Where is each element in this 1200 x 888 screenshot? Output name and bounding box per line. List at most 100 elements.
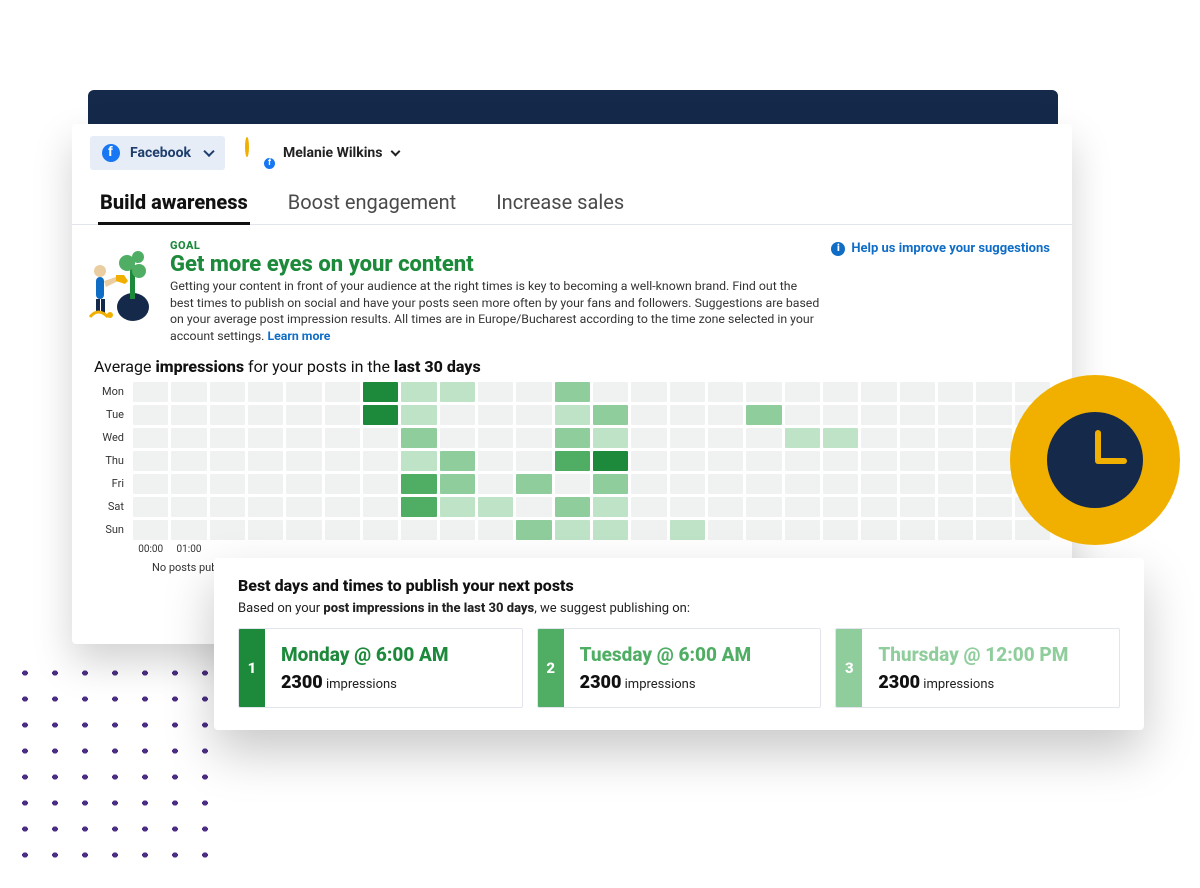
heatmap-cell[interactable]	[401, 520, 436, 540]
heatmap-cell[interactable]	[171, 474, 206, 494]
heatmap-cell[interactable]	[516, 405, 551, 425]
help-improve-link[interactable]: i Help us improve your suggestions	[831, 241, 1050, 256]
heatmap-cell[interactable]	[670, 382, 705, 402]
heatmap-cell[interactable]	[286, 405, 321, 425]
heatmap-cell[interactable]	[286, 428, 321, 448]
heatmap-cell[interactable]	[210, 474, 245, 494]
heatmap-cell[interactable]	[708, 405, 743, 425]
heatmap-cell[interactable]	[861, 451, 896, 471]
heatmap-cell[interactable]	[363, 520, 398, 540]
heatmap-cell[interactable]	[900, 405, 935, 425]
heatmap-cell[interactable]	[785, 474, 820, 494]
heatmap-cell[interactable]	[325, 520, 360, 540]
heatmap-cell[interactable]	[631, 474, 666, 494]
heatmap-cell[interactable]	[593, 405, 628, 425]
heatmap-cell[interactable]	[708, 382, 743, 402]
platform-selector[interactable]: Facebook	[90, 136, 225, 170]
heatmap-cell[interactable]	[938, 497, 973, 517]
heatmap-cell[interactable]	[555, 497, 590, 517]
heatmap-cell[interactable]	[516, 428, 551, 448]
heatmap-cell[interactable]	[363, 497, 398, 517]
suggested-time-card[interactable]: 1Monday @ 6:00 AM2300 impressions	[238, 628, 523, 708]
heatmap-cell[interactable]	[708, 497, 743, 517]
heatmap-cell[interactable]	[440, 474, 475, 494]
heatmap-cell[interactable]	[823, 382, 858, 402]
heatmap-cell[interactable]	[401, 451, 436, 471]
heatmap-cell[interactable]	[670, 428, 705, 448]
tab-build-awareness[interactable]: Build awareness	[98, 182, 250, 224]
heatmap-cell[interactable]	[248, 474, 283, 494]
heatmap-cell[interactable]	[171, 382, 206, 402]
heatmap-cell[interactable]	[555, 520, 590, 540]
heatmap-cell[interactable]	[708, 520, 743, 540]
heatmap-cell[interactable]	[631, 428, 666, 448]
suggested-time-card[interactable]: 2Tuesday @ 6:00 AM2300 impressions	[537, 628, 822, 708]
heatmap-cell[interactable]	[210, 405, 245, 425]
heatmap-cell[interactable]	[708, 451, 743, 471]
heatmap-cell[interactable]	[248, 428, 283, 448]
heatmap-cell[interactable]	[286, 474, 321, 494]
heatmap-cell[interactable]	[746, 382, 781, 402]
heatmap-cell[interactable]	[401, 405, 436, 425]
heatmap-cell[interactable]	[440, 382, 475, 402]
heatmap-cell[interactable]	[325, 451, 360, 471]
heatmap-cell[interactable]	[746, 520, 781, 540]
heatmap-cell[interactable]	[861, 520, 896, 540]
heatmap-cell[interactable]	[478, 474, 513, 494]
heatmap-cell[interactable]	[516, 382, 551, 402]
heatmap-cell[interactable]	[593, 382, 628, 402]
heatmap-cell[interactable]	[440, 520, 475, 540]
heatmap-cell[interactable]	[555, 474, 590, 494]
heatmap-cell[interactable]	[286, 382, 321, 402]
heatmap-cell[interactable]	[248, 451, 283, 471]
heatmap-cell[interactable]	[785, 497, 820, 517]
heatmap-cell[interactable]	[286, 451, 321, 471]
heatmap-cell[interactable]	[708, 428, 743, 448]
heatmap-cell[interactable]	[210, 451, 245, 471]
suggested-time-card[interactable]: 3Thursday @ 12:00 PM2300 impressions	[835, 628, 1120, 708]
heatmap-cell[interactable]	[670, 405, 705, 425]
heatmap-cell[interactable]	[478, 497, 513, 517]
heatmap-cell[interactable]	[248, 405, 283, 425]
heatmap-cell[interactable]	[363, 428, 398, 448]
heatmap-cell[interactable]	[171, 497, 206, 517]
heatmap-cell[interactable]	[938, 474, 973, 494]
heatmap-cell[interactable]	[478, 520, 513, 540]
heatmap-cell[interactable]	[555, 451, 590, 471]
heatmap-cell[interactable]	[938, 382, 973, 402]
heatmap-cell[interactable]	[555, 428, 590, 448]
heatmap-cell[interactable]	[746, 497, 781, 517]
heatmap-cell[interactable]	[708, 474, 743, 494]
heatmap-cell[interactable]	[976, 520, 1011, 540]
learn-more-link[interactable]: Learn more	[267, 330, 330, 344]
heatmap-cell[interactable]	[976, 497, 1011, 517]
heatmap-cell[interactable]	[900, 428, 935, 448]
heatmap-cell[interactable]	[133, 428, 168, 448]
heatmap-cell[interactable]	[861, 405, 896, 425]
heatmap-cell[interactable]	[248, 497, 283, 517]
heatmap-cell[interactable]	[248, 520, 283, 540]
heatmap-cell[interactable]	[938, 405, 973, 425]
tab-boost-engagement[interactable]: Boost engagement	[286, 182, 458, 224]
heatmap-cell[interactable]	[325, 474, 360, 494]
heatmap-cell[interactable]	[440, 497, 475, 517]
heatmap-cell[interactable]	[478, 451, 513, 471]
heatmap-cell[interactable]	[861, 497, 896, 517]
heatmap-cell[interactable]	[785, 520, 820, 540]
heatmap-cell[interactable]	[976, 428, 1011, 448]
heatmap-cell[interactable]	[516, 474, 551, 494]
heatmap-cell[interactable]	[900, 382, 935, 402]
heatmap-cell[interactable]	[823, 428, 858, 448]
heatmap-cell[interactable]	[210, 428, 245, 448]
heatmap-cell[interactable]	[785, 382, 820, 402]
heatmap-cell[interactable]	[900, 474, 935, 494]
heatmap-cell[interactable]	[133, 474, 168, 494]
tab-increase-sales[interactable]: Increase sales	[494, 182, 626, 224]
heatmap-cell[interactable]	[746, 451, 781, 471]
heatmap-cell[interactable]	[325, 497, 360, 517]
heatmap-cell[interactable]	[631, 405, 666, 425]
heatmap-cell[interactable]	[210, 382, 245, 402]
heatmap-cell[interactable]	[325, 428, 360, 448]
heatmap-cell[interactable]	[248, 382, 283, 402]
heatmap-cell[interactable]	[861, 474, 896, 494]
